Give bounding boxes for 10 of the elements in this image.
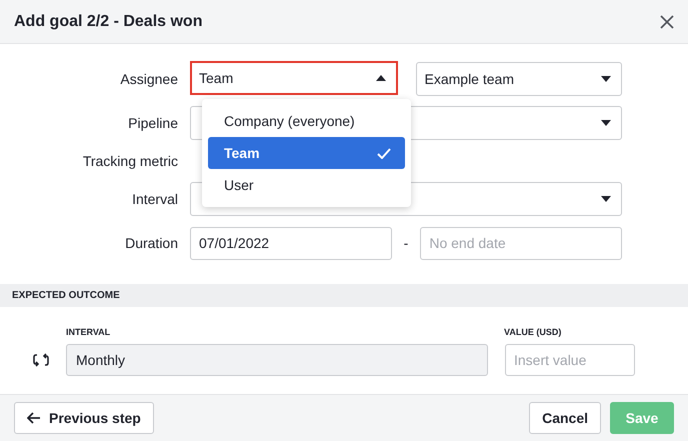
dialog-title: Add goal 2/2 - Deals won xyxy=(14,12,202,30)
field-label: Pipeline xyxy=(127,115,179,131)
field-label: Interval xyxy=(131,191,179,207)
field-label: Tracking metric xyxy=(82,153,179,169)
dash-separator: - xyxy=(404,235,408,251)
section-heading: EXPECTED OUTCOME xyxy=(0,284,688,307)
column-label: VALUE (USD) xyxy=(504,327,562,339)
field-label: Duration xyxy=(124,235,179,251)
field-label: Assignee xyxy=(119,71,179,87)
column-label: INTERVAL xyxy=(66,327,110,337)
